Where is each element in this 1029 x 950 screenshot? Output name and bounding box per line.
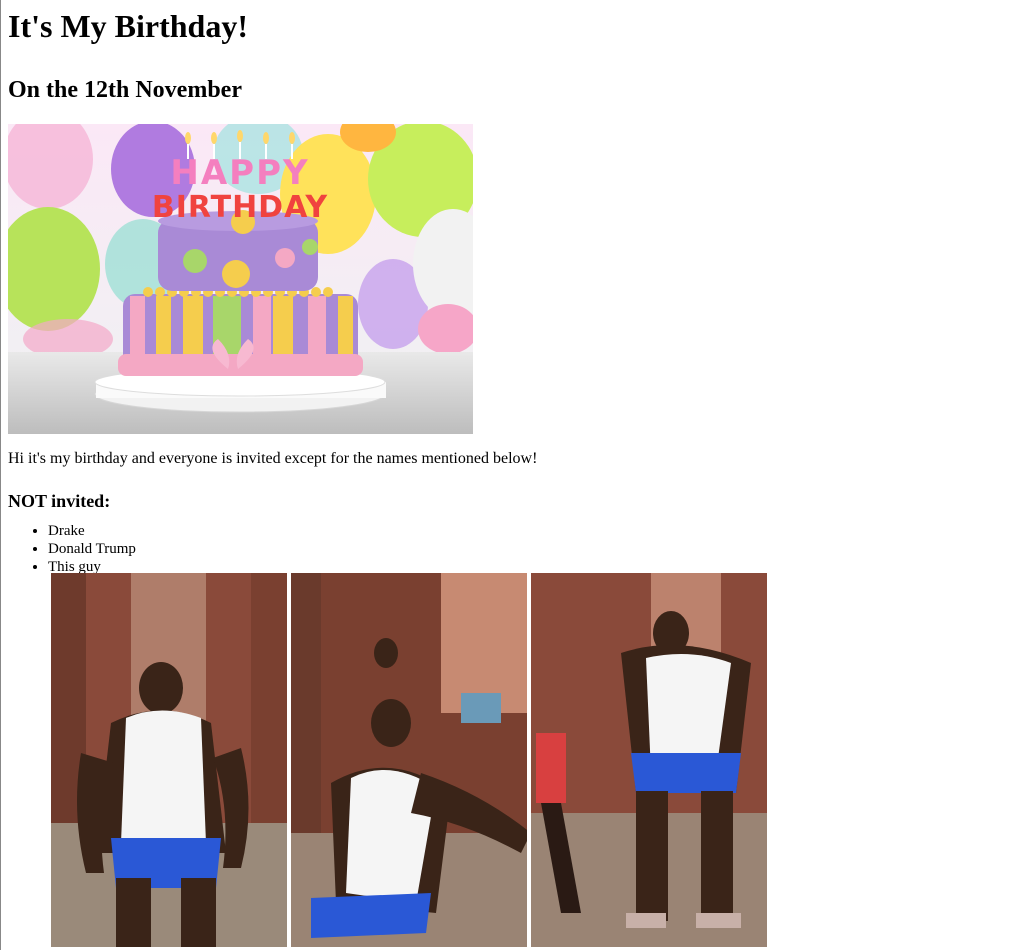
page-subtitle: On the 12th November xyxy=(8,77,242,103)
page-title: It's My Birthday! xyxy=(8,8,248,44)
this-guy-image xyxy=(51,573,767,947)
list-item: Donald Trump xyxy=(48,540,1029,558)
page: It's My Birthday! On the 12th November H… xyxy=(1,0,1029,576)
birthday-cake-image: HAPPY BIRTHDAY xyxy=(8,124,473,434)
not-invited-heading: NOT invited: xyxy=(8,491,111,511)
not-invited-list: Drake Donald Trump This guy xyxy=(8,512,1029,576)
cake-topper-birthday: BIRTHDAY xyxy=(152,190,329,225)
intro-text: Hi it's my birthday and everyone is invi… xyxy=(8,450,538,467)
image-panel xyxy=(51,573,287,947)
list-item: Drake xyxy=(48,522,1029,540)
image-panel xyxy=(531,573,767,947)
image-panel xyxy=(291,573,531,947)
